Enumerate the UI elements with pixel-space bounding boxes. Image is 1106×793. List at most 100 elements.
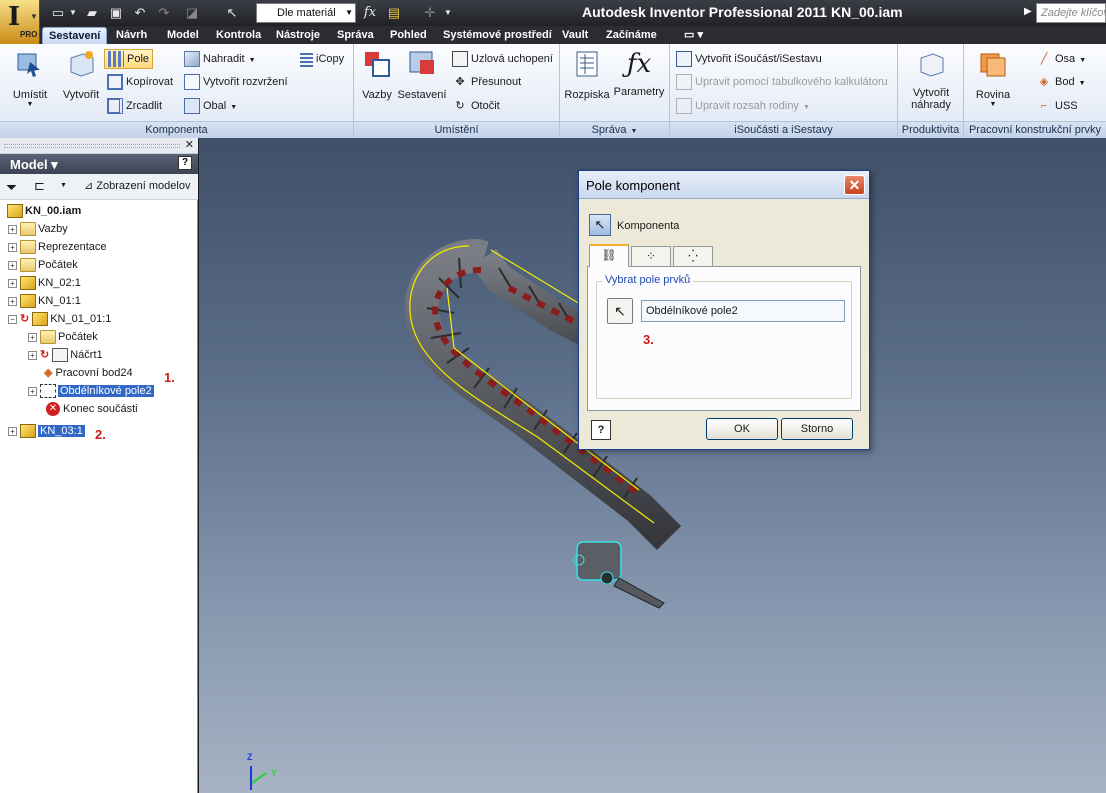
tree-item-pocatek-child[interactable]: + Počátek (28, 328, 98, 346)
representation-icon (20, 240, 36, 255)
tab-circular-pattern[interactable]: ⁛ (673, 246, 713, 266)
expand-icon[interactable]: + (8, 224, 17, 234)
tab-nastroje[interactable]: Nástroje (270, 27, 326, 44)
new-file-icon[interactable]: ▭ (48, 4, 68, 22)
tree-item-kn02[interactable]: + KN_02:1 (8, 274, 81, 292)
otocit-button[interactable]: ↻ Otočit (452, 96, 499, 116)
tab-systemove-prostredi[interactable]: Systémové prostředí (437, 27, 558, 44)
collapse-icon[interactable]: − (8, 314, 17, 324)
tree-item-vazby[interactable]: + Vazby (8, 220, 68, 238)
component-select-button[interactable]: ↖ (589, 214, 611, 236)
expand-icon[interactable]: + (8, 242, 17, 252)
tab-rectangular-pattern[interactable]: ⁘ (631, 246, 671, 266)
nahradit-button[interactable]: Nahradit ▼ (184, 49, 256, 69)
save-icon[interactable]: ▣ (106, 4, 126, 22)
material-select[interactable]: Dle materiál ▼ (256, 3, 356, 23)
redo-icon[interactable]: ↷ (154, 4, 174, 22)
part-icon (32, 312, 49, 327)
tab-extra-icon[interactable]: ▭ ▾ (678, 27, 709, 44)
browser-grip-bar[interactable]: ✕ (0, 138, 198, 154)
upravit-rozsah-button[interactable]: Upravit rozsah rodiny ▼ (676, 96, 810, 116)
panel-title-sprava[interactable]: Správa ▼ (560, 121, 669, 138)
chevron-down-icon[interactable]: ▼ (68, 4, 78, 22)
obal-button[interactable]: Obal ▼ (184, 96, 237, 116)
bod-button[interactable]: ◈ Bod ▼ (1036, 72, 1086, 92)
pole-button[interactable]: Pole (104, 49, 154, 69)
tab-model[interactable]: Model (161, 27, 205, 44)
vytvorit-button[interactable]: Vytvořit (58, 48, 104, 101)
icopy-button[interactable]: iCopy (300, 49, 344, 69)
parametry-button[interactable]: ƒx Parametry (612, 48, 666, 98)
tree-item-obdelnikove-pole[interactable]: + Obdélníkové pole2 (28, 382, 154, 400)
hierarchy-icon[interactable]: ⊏ (34, 178, 45, 194)
tab-associative-pattern[interactable]: ⛓ (589, 244, 629, 267)
sestaveni-button[interactable]: Sestavení (396, 48, 448, 101)
pick-pattern-button[interactable]: ↖ (607, 298, 633, 324)
tab-sprava[interactable]: Správa (331, 27, 380, 44)
expand-icon[interactable]: + (8, 296, 17, 306)
vytvorit-nahrady-button[interactable]: Vytvořit náhrady (902, 48, 960, 111)
tab-zaciname[interactable]: Začínáme (600, 27, 663, 44)
customize-chevron-icon[interactable]: ▼ (442, 4, 454, 22)
chevron-right-icon[interactable]: ▶ (1024, 6, 1032, 17)
update-icon[interactable]: ◪ (182, 4, 202, 22)
tab-navrh[interactable]: Návrh (110, 27, 153, 44)
help-icon[interactable]: ? (591, 420, 611, 440)
expand-icon[interactable]: + (28, 332, 37, 342)
ok-button[interactable]: OK (706, 418, 778, 440)
uss-button[interactable]: ⌐ USS (1036, 96, 1078, 116)
tree-item-nacrt1[interactable]: + ↻ Náčrt1 (28, 346, 103, 364)
tree-item-kn03[interactable]: + KN_03:1 (8, 422, 85, 440)
application-menu-button[interactable]: I PRO ▼ (0, 0, 40, 44)
tree-item-pocatek[interactable]: + Počátek (8, 256, 78, 274)
tab-vault[interactable]: Vault (556, 27, 594, 44)
select-icon[interactable]: ↖ (222, 4, 242, 22)
zrcadlit-button[interactable]: Zrcadlit (107, 96, 162, 116)
tab-sestaveni[interactable]: Sestavení (42, 27, 108, 44)
tab-pohled[interactable]: Pohled (384, 27, 433, 44)
expand-icon[interactable]: + (8, 278, 17, 288)
edit-family-icon (676, 98, 692, 115)
osa-button[interactable]: ╱ Osa ▼ (1036, 49, 1086, 69)
color-icon[interactable]: ▤ (384, 4, 404, 22)
upravit-tabulka-button[interactable]: Upravit pomocí tabulkového kalkulátoru (676, 72, 888, 92)
tree-item-konec-soucasti[interactable]: ✕ Konec součásti (46, 400, 138, 418)
vazby-button[interactable]: Vazby (358, 48, 396, 101)
tree-item-root[interactable]: KN_00.iam (4, 202, 81, 220)
expand-icon[interactable]: + (8, 426, 17, 436)
tree-item-kn01[interactable]: + KN_01:1 (8, 292, 81, 310)
uzlova-uchopeni-button[interactable]: Uzlová uchopení (452, 49, 553, 69)
help-icon[interactable]: ? (178, 156, 192, 170)
rozpiska-button[interactable]: Rozpiska (564, 48, 610, 101)
dialog-titlebar[interactable]: Pole komponent ✕ (579, 171, 869, 199)
filter-icon[interactable]: ⏷ (6, 179, 17, 196)
expand-icon[interactable]: + (28, 386, 37, 396)
model-view-button[interactable]: ⊿ Zobrazení modelov (84, 179, 190, 192)
fx-icon[interactable]: fx (360, 4, 380, 22)
pattern-field[interactable]: Obdélníkové pole2 (641, 300, 845, 322)
cancel-button[interactable]: Storno (781, 418, 853, 440)
drag-handle[interactable] (4, 144, 180, 148)
close-icon[interactable]: ✕ (844, 175, 865, 195)
umistit-button[interactable]: Umístit ▼ (6, 48, 54, 108)
panel-title-umisteni: Umístění (354, 121, 559, 138)
tree-item-reprezentace[interactable]: + Reprezentace (8, 238, 107, 256)
tree-item-kn0101[interactable]: − ↻ KN_01_01:1 (8, 310, 111, 328)
rovina-button[interactable]: Rovina ▼ (972, 48, 1014, 108)
presunout-button[interactable]: ✥ Přesunout (452, 72, 521, 92)
expand-icon[interactable]: + (8, 260, 17, 270)
help-search-input[interactable]: Zadejte klíčov (1036, 3, 1106, 23)
move-icon[interactable]: ✛ (420, 4, 440, 22)
vytvorit-rozvrzeni-button[interactable]: Vytvořit rozvržení (184, 72, 288, 92)
close-icon[interactable]: ✕ (185, 138, 194, 151)
vytvorit-isoucast-button[interactable]: Vytvořit iSoučást/iSestavu (676, 49, 822, 69)
browser-header[interactable]: Model ▾ ? (0, 154, 198, 174)
open-file-icon[interactable]: ▰ (82, 4, 102, 22)
tree-item-pracovni-bod[interactable]: ◈ Pracovní bod24 (44, 364, 133, 382)
icopy-icon (300, 51, 313, 68)
chevron-down-icon[interactable]: ▼ (60, 182, 67, 189)
undo-icon[interactable]: ↶ (130, 4, 150, 22)
kopirovat-button[interactable]: Kopírovat (107, 72, 173, 92)
tab-kontrola[interactable]: Kontrola (210, 27, 267, 44)
expand-icon[interactable]: + (28, 350, 37, 360)
